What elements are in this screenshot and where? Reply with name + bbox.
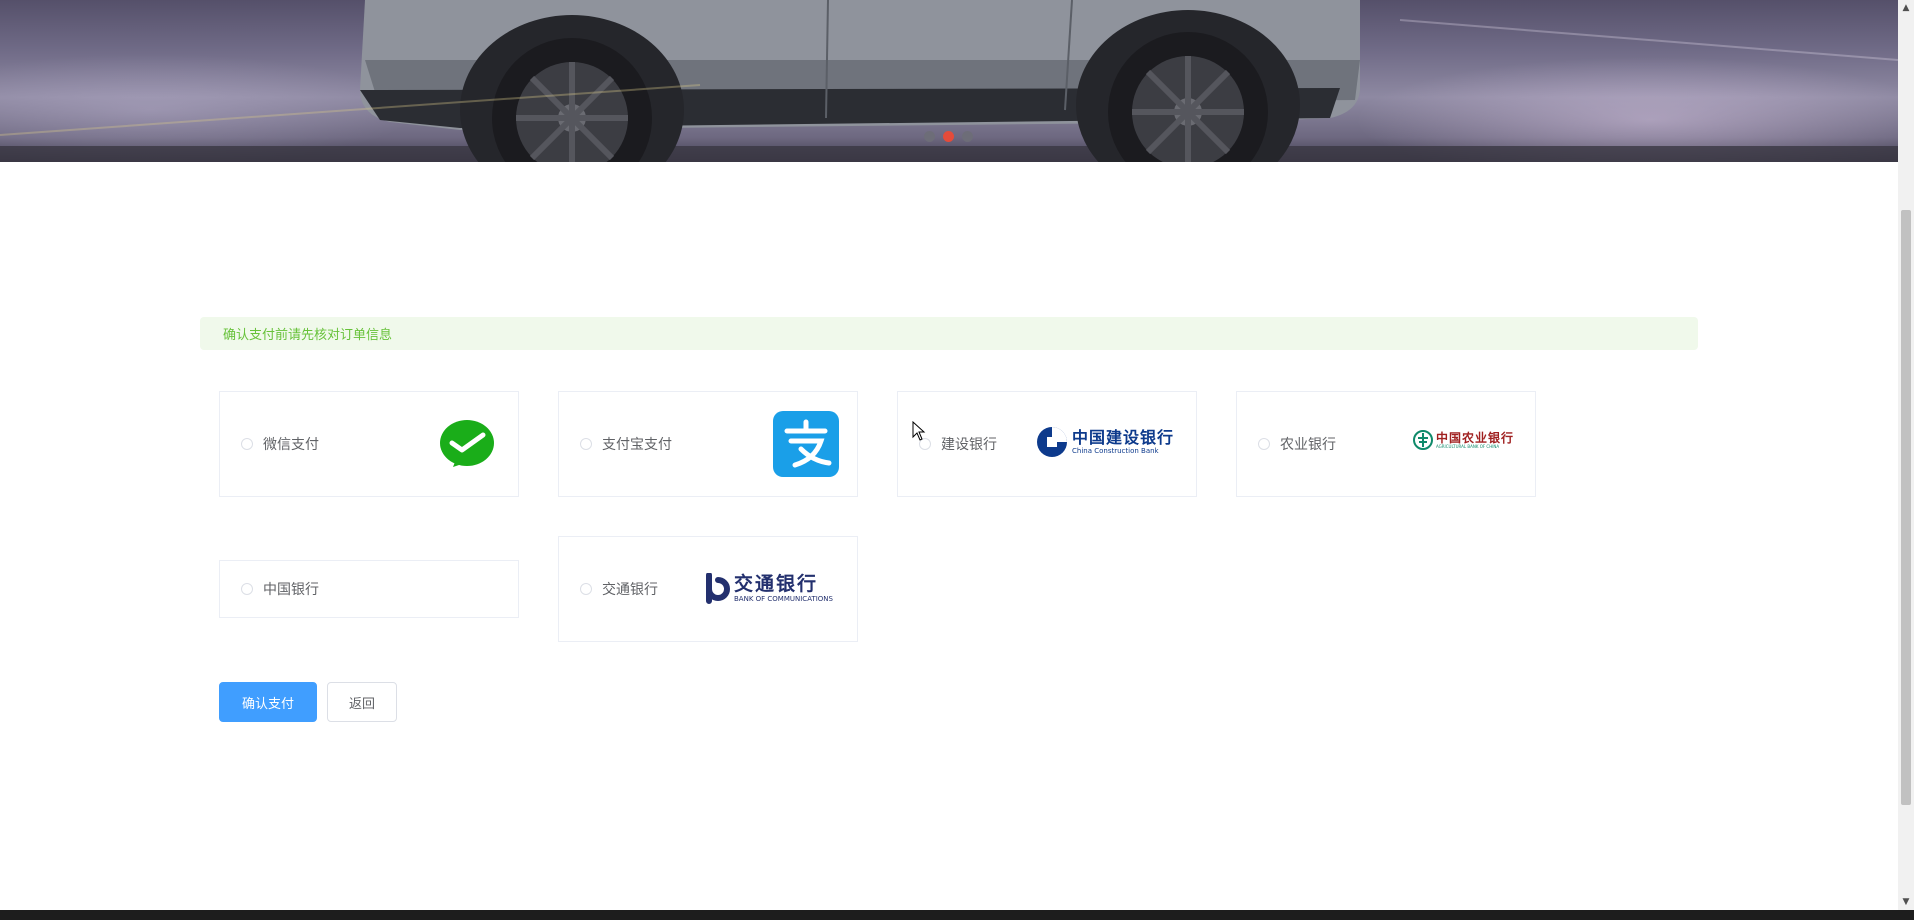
radio-wechat[interactable] bbox=[241, 438, 253, 450]
payment-option-ccb[interactable]: 建设银行 中国建设银行 China Construction Bank bbox=[897, 391, 1197, 497]
abc-logo-text: 中国农业银行 bbox=[1436, 430, 1515, 445]
carousel-dot-1[interactable] bbox=[924, 131, 935, 142]
option-label: 支付宝支付 bbox=[602, 437, 672, 453]
option-label: 微信支付 bbox=[263, 437, 319, 453]
mouse-cursor-icon bbox=[912, 421, 926, 441]
payment-option-boc[interactable]: 中国银行 bbox=[219, 560, 519, 618]
carousel-dot-3[interactable] bbox=[962, 131, 973, 142]
bocom-logo: 交通银行 BANK OF COMMUNICATIONS bbox=[701, 573, 833, 605]
wechat-pay-icon bbox=[440, 420, 494, 467]
alipay-icon bbox=[773, 411, 839, 477]
ccb-emblem-icon bbox=[1037, 427, 1067, 457]
payment-option-alipay[interactable]: 支付宝支付 bbox=[558, 391, 858, 497]
payment-option-bocom[interactable]: 交通银行 交通银行 BANK OF COMMUNICATIONS bbox=[558, 536, 858, 642]
option-label: 农业银行 bbox=[1280, 437, 1336, 453]
ccb-logo-text: 中国建设银行 bbox=[1072, 427, 1175, 447]
abc-emblem-icon bbox=[1413, 430, 1433, 450]
abc-logo: 中国农业银行 AGRICULTURAL BANK OF CHINA bbox=[1413, 430, 1514, 450]
bocom-logo-subtext: BANK OF COMMUNICATIONS bbox=[734, 595, 833, 603]
bocom-logo-text: 交通银行 bbox=[734, 573, 819, 595]
payment-option-wechat[interactable]: 微信支付 bbox=[219, 391, 519, 497]
option-label: 建设银行 bbox=[941, 437, 997, 453]
scrollbar-thumb[interactable] bbox=[1901, 210, 1911, 805]
ccb-logo-subtext: China Construction Bank bbox=[1072, 446, 1159, 455]
bocom-emblem-icon bbox=[706, 573, 730, 604]
confirm-payment-button[interactable]: 确认支付 bbox=[219, 682, 317, 722]
back-button[interactable]: 返回 bbox=[327, 682, 397, 722]
abc-logo-subtext: AGRICULTURAL BANK OF CHINA bbox=[1436, 443, 1500, 449]
alert-text: 确认支付前请先核对订单信息 bbox=[223, 328, 393, 343]
radio-abc[interactable] bbox=[1258, 438, 1270, 450]
vertical-scrollbar[interactable]: ▲ ▼ bbox=[1898, 0, 1914, 910]
radio-bocom[interactable] bbox=[580, 583, 592, 595]
hero-banner[interactable] bbox=[0, 0, 1898, 162]
order-check-alert: 确认支付前请先核对订单信息 bbox=[200, 317, 1698, 350]
radio-alipay[interactable] bbox=[580, 438, 592, 450]
carousel-dot-2[interactable] bbox=[943, 131, 954, 142]
bottom-bar bbox=[0, 910, 1914, 920]
payment-option-abc[interactable]: 农业银行 中国农业银行 AGRICULTURAL BANK OF CHINA bbox=[1236, 391, 1536, 497]
scroll-up-arrow-icon[interactable]: ▲ bbox=[1898, 0, 1914, 16]
option-label: 交通银行 bbox=[602, 582, 658, 598]
radio-boc[interactable] bbox=[241, 583, 253, 595]
option-label: 中国银行 bbox=[263, 582, 319, 598]
scroll-down-arrow-icon[interactable]: ▼ bbox=[1898, 894, 1914, 910]
ccb-logo: 中国建设银行 China Construction Bank bbox=[1036, 426, 1174, 458]
carousel-indicators bbox=[924, 131, 973, 142]
